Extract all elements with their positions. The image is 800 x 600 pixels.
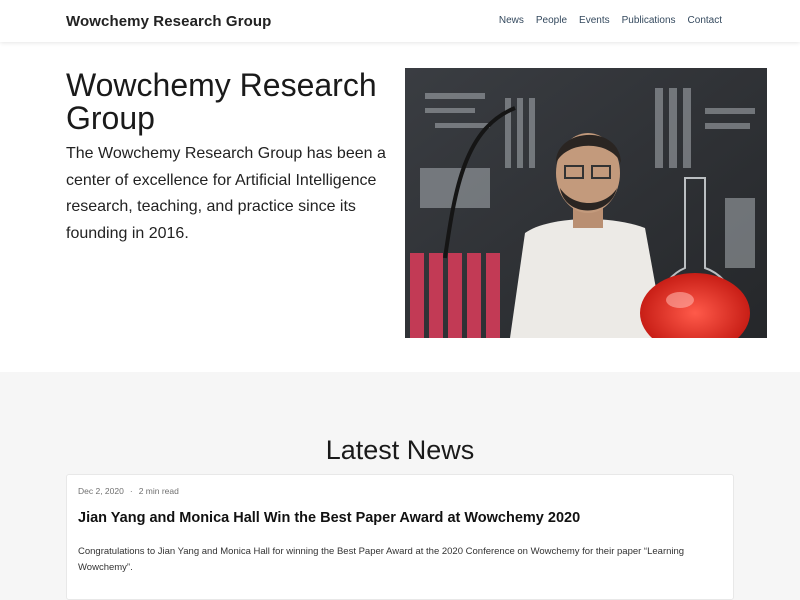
news-summary: Congratulations to Jian Yang and Monica …: [78, 546, 685, 573]
hero-text: The Wowchemy Research Group has been a c…: [66, 145, 386, 242]
nav-link-contact[interactable]: Contact: [688, 15, 722, 26]
news-title-link[interactable]: Jian Yang and Monica Hall Win the Best P…: [78, 510, 718, 526]
brand-link[interactable]: Wowchemy Research Group: [66, 13, 271, 30]
nav-link-people[interactable]: People: [536, 15, 567, 26]
news-date: Dec 2, 2020: [78, 486, 124, 496]
hero-image: [405, 68, 767, 338]
news-card: Dec 2, 2020 · 2 min read Jian Yang and Mon…: [66, 474, 734, 600]
meta-separator: ·: [129, 486, 133, 496]
hero-section: Wowchemy Research Group The Wowchemy Res…: [0, 42, 800, 372]
nav-link-news[interactable]: News: [499, 15, 524, 26]
news-heading: Latest News: [325, 435, 475, 465]
news-meta: Dec 2, 2020 · 2 min read: [78, 486, 179, 496]
hero-title: Wowchemy Research Group: [66, 67, 377, 136]
nav-link-events[interactable]: Events: [579, 15, 610, 26]
news-read-time: 2 min read: [138, 486, 179, 496]
latest-news-section: Latest News Dec 2, 2020 · 2 min read Jian …: [0, 372, 800, 600]
navbar: Wowchemy Research Group News People Even…: [0, 0, 800, 42]
nav-link-publications[interactable]: Publications: [622, 15, 676, 26]
nav-links: News People Events Publications Contact: [487, 15, 722, 26]
